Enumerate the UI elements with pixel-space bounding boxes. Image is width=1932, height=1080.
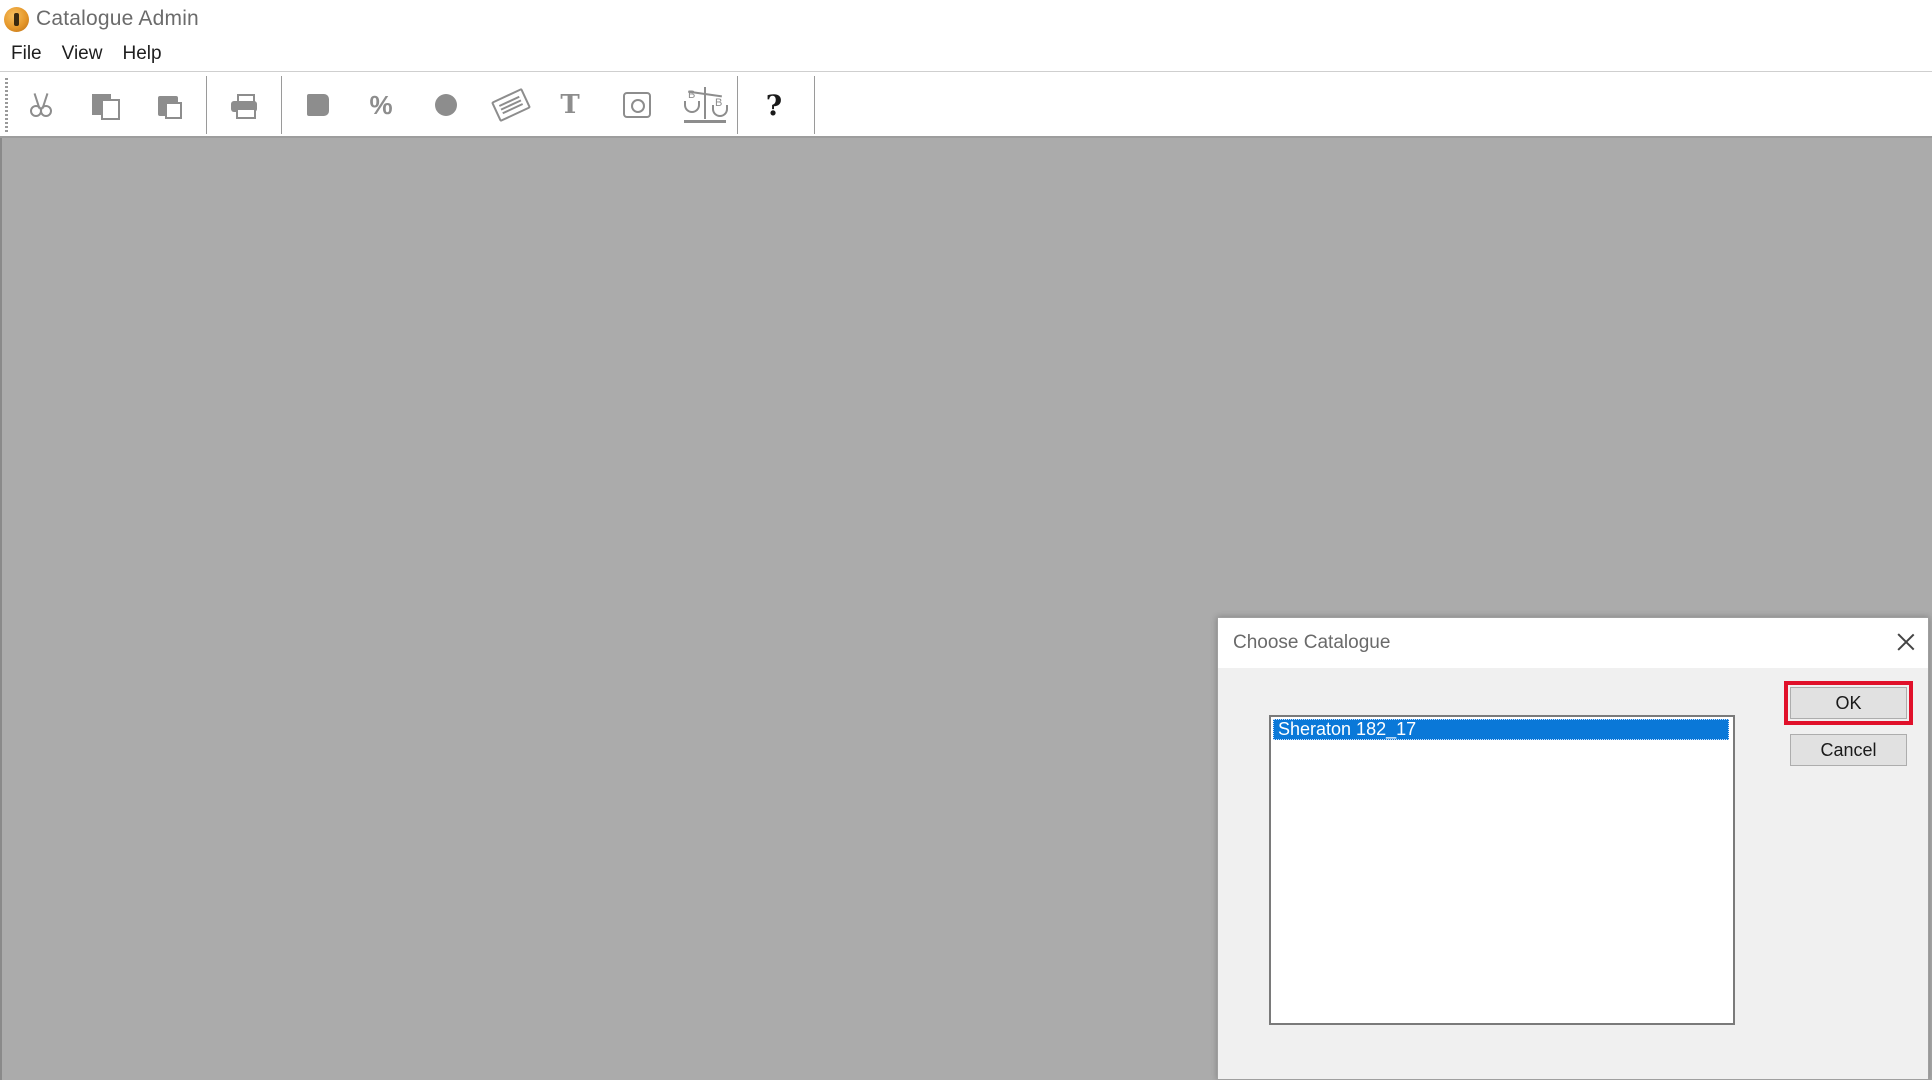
title-bar: Catalogue Admin — [0, 0, 1932, 38]
scale-left-mark: B — [688, 89, 696, 101]
menu-bar: File View Help — [0, 38, 1932, 70]
cut-icon — [30, 93, 52, 117]
window-title: Catalogue Admin — [36, 7, 199, 30]
scale-icon: B B — [682, 85, 728, 125]
scale-button[interactable]: B B — [676, 80, 734, 130]
menu-file[interactable]: File — [1, 39, 52, 69]
scale-right-mark: B — [715, 97, 723, 109]
toolbar-end — [814, 76, 815, 134]
dialog-title-bar[interactable]: Choose Catalogue — [1218, 618, 1928, 668]
print-icon — [231, 94, 259, 119]
disc-icon — [435, 94, 457, 116]
copy-button[interactable] — [79, 80, 131, 130]
toolbar-grip[interactable] — [5, 78, 8, 132]
menu-help[interactable]: Help — [112, 39, 171, 69]
book-button[interactable] — [292, 80, 344, 130]
toolbar-separator — [281, 76, 283, 134]
help-button[interactable]: ? — [748, 80, 800, 130]
disc-button[interactable] — [420, 80, 472, 130]
percent-icon: % — [369, 89, 393, 120]
catalogue-listbox[interactable]: Sheraton 182_17 — [1269, 715, 1735, 1025]
app-window: Catalogue Admin File View Help % T B B ?… — [0, 0, 1932, 1080]
camera-icon — [623, 92, 651, 118]
paste-button[interactable] — [144, 80, 196, 130]
book-icon — [307, 94, 329, 116]
cancel-button[interactable]: Cancel — [1790, 734, 1907, 766]
percent-button[interactable]: % — [355, 80, 407, 130]
app-logo-icon — [4, 6, 29, 32]
print-button[interactable] — [219, 80, 271, 130]
list-item[interactable]: Sheraton 182_17 — [1273, 719, 1729, 740]
camera-button[interactable] — [611, 80, 663, 130]
help-icon: ? — [765, 88, 783, 122]
copy-icon — [92, 94, 120, 120]
choose-catalogue-dialog: Choose Catalogue Sheraton 182_17 OK Canc… — [1217, 617, 1929, 1080]
toolbar-separator — [206, 76, 208, 134]
close-icon[interactable] — [1892, 628, 1920, 656]
toolbar-separator — [737, 76, 739, 134]
dialog-title: Choose Catalogue — [1233, 632, 1391, 653]
text-button[interactable]: T — [544, 80, 596, 130]
ok-button[interactable]: OK — [1790, 687, 1907, 719]
menu-view[interactable]: View — [52, 39, 113, 69]
toolbar: % T B B ? — [0, 71, 1932, 138]
text-icon: T — [560, 90, 580, 120]
paste-icon — [158, 93, 182, 119]
ticket-button[interactable] — [485, 80, 537, 130]
ticket-icon — [490, 87, 532, 123]
cut-button[interactable] — [15, 80, 67, 130]
